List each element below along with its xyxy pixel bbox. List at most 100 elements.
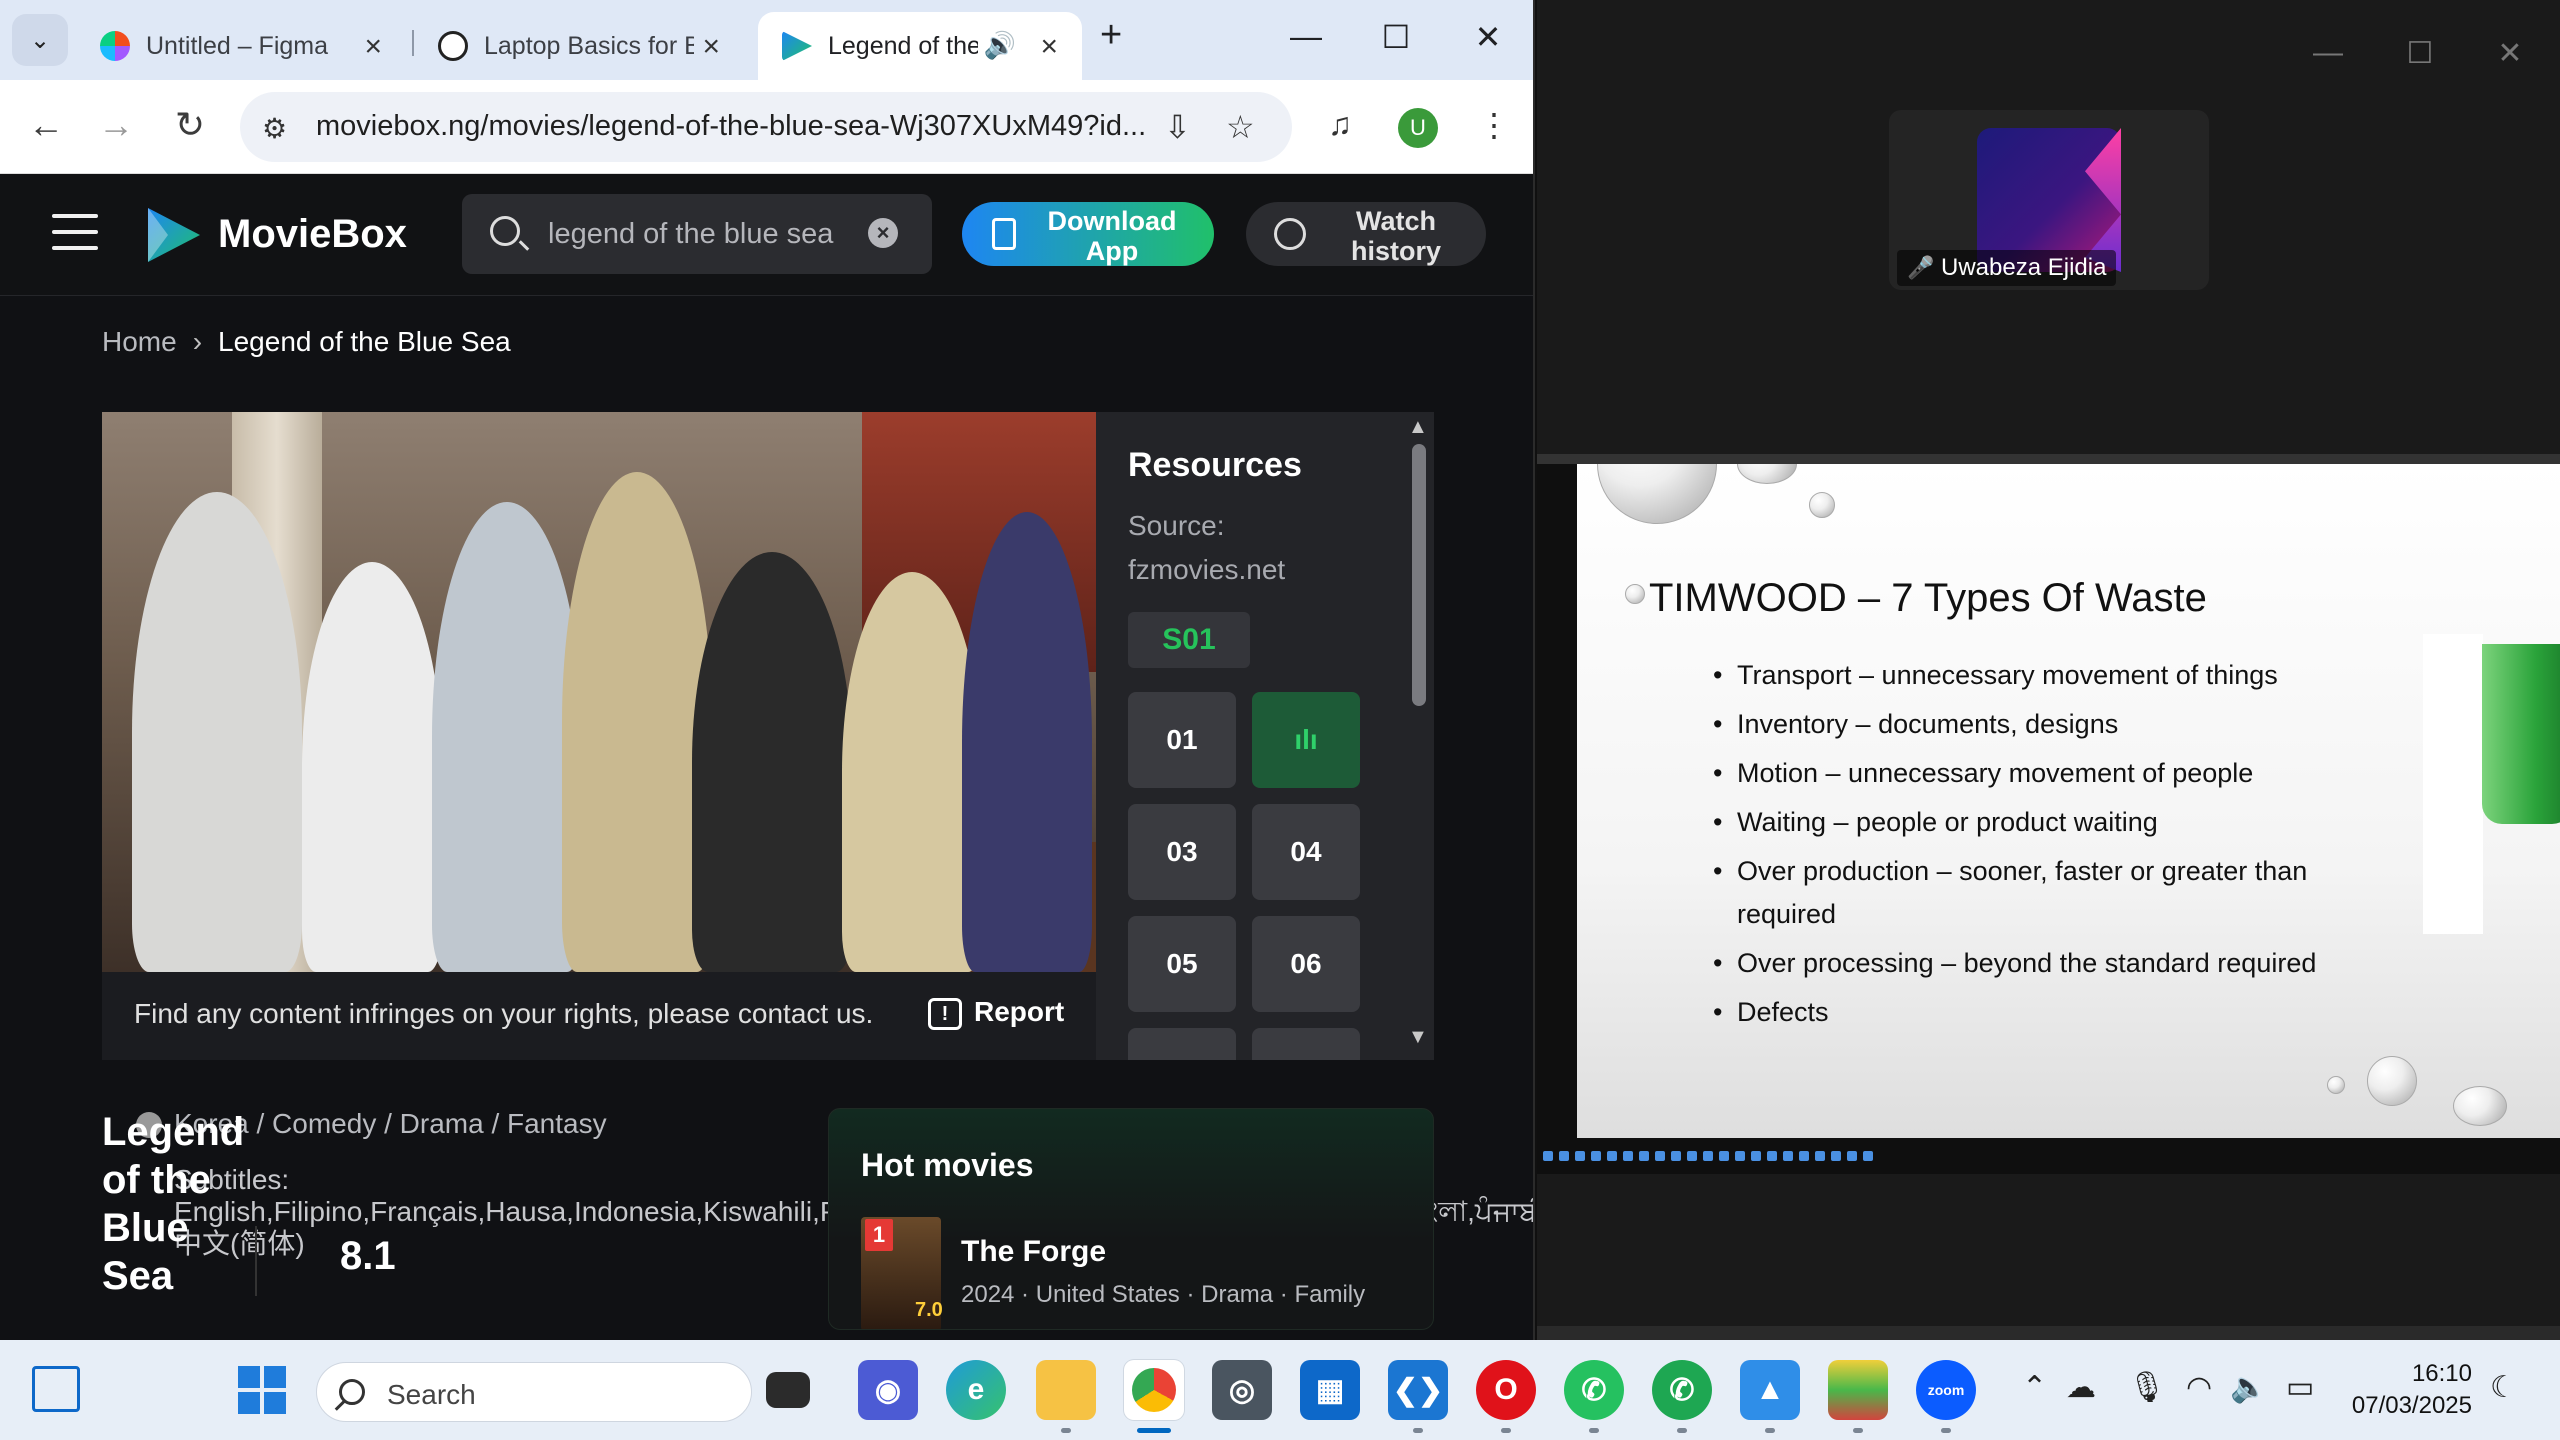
resources-scrollbar[interactable]: ▲ ▼ — [1402, 412, 1434, 1060]
back-button[interactable]: ← — [22, 104, 70, 146]
episode-button[interactable]: 01 — [1128, 692, 1236, 788]
water-drop-decoration — [2367, 1056, 2417, 1106]
scrollbar-thumb[interactable] — [1412, 444, 1426, 706]
hot-movie-title[interactable]: The Forge — [961, 1235, 1106, 1269]
download-app-button[interactable]: Download App — [962, 202, 1214, 266]
running-indicator — [1501, 1428, 1511, 1433]
opera-icon[interactable]: O — [1476, 1360, 1536, 1420]
clock-time: 16:10 — [2411, 1360, 2472, 1387]
report-icon[interactable]: ! — [928, 998, 962, 1030]
scroll-up-icon[interactable]: ▲ — [1408, 416, 1428, 439]
edge-icon[interactable]: e — [946, 1360, 1006, 1420]
menu-kebab-icon[interactable]: ⋮ — [1478, 106, 1510, 144]
close-window-button[interactable]: ✕ — [2485, 36, 2535, 71]
episode-button[interactable]: 04 — [1252, 804, 1360, 900]
episode-button[interactable]: 03 — [1128, 804, 1236, 900]
download-icon — [992, 218, 1016, 250]
minimize-button[interactable]: — — [2303, 36, 2353, 70]
search-icon — [339, 1379, 365, 1405]
tab-figma[interactable]: Untitled – Figma × — [76, 12, 406, 80]
browser-window: ⌄ Untitled – Figma × Laptop Basics for B… — [0, 0, 1535, 1340]
participant-tile[interactable]: Uwabeza Ejidia 🎤 — [1889, 110, 2209, 290]
scroll-down-icon[interactable]: ▼ — [1408, 1026, 1428, 1049]
onedrive-cloud-icon[interactable]: ☁ — [2066, 1370, 2096, 1405]
moviebox-logo-icon[interactable] — [142, 204, 204, 266]
file-explorer-icon[interactable] — [1036, 1360, 1096, 1420]
download-app-label: Download App — [1047, 206, 1177, 266]
slide-bullet: Waiting – people or product waiting — [1713, 801, 2377, 844]
openai-icon — [438, 31, 468, 61]
close-icon[interactable]: × — [364, 30, 382, 64]
movie-subtitles: Subtitles: English,Filipino,Français,Hau… — [174, 1164, 1533, 1259]
water-drop-decoration — [1809, 492, 1835, 518]
vscode-icon[interactable]: ❮❯ — [1388, 1360, 1448, 1420]
taskbar-search[interactable]: Search — [316, 1362, 752, 1422]
report-button[interactable]: Report — [974, 996, 1064, 1028]
close-icon[interactable]: × — [1040, 30, 1058, 64]
speaker-icon[interactable]: 🔊 — [984, 30, 1016, 61]
close-window-button[interactable]: ✕ — [1458, 18, 1518, 56]
episode-button[interactable] — [1252, 1028, 1360, 1060]
tab-search-button[interactable]: ⌄ — [12, 14, 68, 66]
task-view-icon[interactable] — [766, 1372, 810, 1408]
episode-button[interactable]: 05 — [1128, 916, 1236, 1012]
search-value[interactable]: legend of the blue sea — [548, 218, 833, 251]
copilot-icon[interactable]: ◉ — [858, 1360, 918, 1420]
episode-button[interactable] — [1128, 1028, 1236, 1060]
hamburger-menu-icon[interactable] — [52, 214, 98, 262]
rank-badge: 1 — [865, 1219, 893, 1251]
windows-start-icon[interactable] — [238, 1366, 286, 1414]
whatsapp-beta-icon[interactable]: ✆ — [1652, 1360, 1712, 1420]
reload-button[interactable]: ↻ — [166, 104, 214, 146]
tab-strip: ⌄ Untitled – Figma × Laptop Basics for B… — [0, 0, 1533, 80]
forward-button[interactable]: → — [92, 104, 140, 146]
breadcrumb-current: Legend of the Blue Sea — [218, 326, 511, 357]
maximize-button[interactable]: ☐ — [2395, 36, 2445, 71]
zoom-icon[interactable]: zoom — [1916, 1360, 1976, 1420]
source-label: Source: — [1128, 510, 1225, 541]
video-player[interactable] — [102, 412, 1096, 972]
url-text[interactable]: moviebox.ng/movies/legend-of-the-blue-se… — [316, 110, 1146, 143]
minimize-button[interactable]: — — [1276, 18, 1336, 55]
presentation-slide: TIMWOOD – 7 Types Of Waste Transport – u… — [1577, 464, 2560, 1138]
camera-icon[interactable]: ◎ — [1212, 1360, 1272, 1420]
season-selector[interactable]: S01 — [1128, 612, 1250, 668]
microphone-icon[interactable]: 🎙 — [2128, 1370, 2166, 1405]
address-bar[interactable]: ⚙ moviebox.ng/movies/legend-of-the-blue-… — [240, 92, 1292, 162]
moviebox-brand[interactable]: MovieBox — [218, 212, 407, 257]
install-app-icon[interactable]: ⇩ — [1164, 108, 1191, 146]
episode-playing-button[interactable]: ılı — [1252, 692, 1360, 788]
chevron-up-icon[interactable]: ⌃ — [2022, 1370, 2047, 1405]
site-info-icon[interactable]: ⚙ — [262, 112, 287, 145]
bookmark-star-icon[interactable]: ☆ — [1226, 108, 1255, 146]
wifi-icon[interactable]: ◠ — [2186, 1370, 2212, 1405]
clear-search-icon[interactable]: × — [868, 218, 898, 248]
search-icon — [490, 216, 520, 246]
battery-icon[interactable]: ▭ — [2286, 1370, 2314, 1405]
profile-avatar[interactable]: U — [1398, 108, 1438, 148]
moviebox-icon — [782, 31, 812, 61]
tab-legend-of-the-blue-sea[interactable]: Legend of the 🔊 × — [758, 12, 1082, 80]
watch-history-button[interactable]: Watch history — [1246, 202, 1486, 266]
tab-laptop-basics[interactable]: Laptop Basics for B × — [414, 12, 744, 80]
windows-taskbar: Search ◉ e ◎ ▦ ❮❯ O ✆ ✆ ▲ zoom ⌃ ☁ 🎙 ◠ 🔈… — [0, 1340, 2560, 1440]
photos-icon[interactable]: ▲ — [1740, 1360, 1800, 1420]
close-icon[interactable]: × — [702, 30, 720, 64]
episode-button[interactable]: 06 — [1252, 916, 1360, 1012]
slide-bullet: Over production – sooner, faster or grea… — [1713, 850, 2377, 936]
volume-icon[interactable]: 🔈 — [2230, 1370, 2267, 1405]
search-input[interactable]: legend of the blue sea × — [462, 194, 932, 274]
system-clock[interactable]: 16:10 07/03/2025 — [2340, 1358, 2472, 1422]
new-tab-button[interactable]: + — [1100, 14, 1122, 57]
bluestacks-icon[interactable] — [1828, 1360, 1888, 1420]
chrome-icon[interactable] — [1124, 1360, 1184, 1420]
slide-title: TIMWOOD – 7 Types Of Waste — [1649, 576, 2207, 620]
media-controls-icon[interactable]: ♫ — [1328, 106, 1352, 143]
maximize-button[interactable]: ☐ — [1366, 18, 1426, 56]
do-not-disturb-moon-icon[interactable]: ☾ — [2490, 1370, 2517, 1405]
whatsapp-icon[interactable]: ✆ — [1564, 1360, 1624, 1420]
widgets-icon[interactable] — [32, 1366, 80, 1412]
breadcrumb-home[interactable]: Home — [102, 326, 177, 357]
microsoft-store-icon[interactable]: ▦ — [1300, 1360, 1360, 1420]
water-drop-decoration — [1737, 464, 1797, 484]
